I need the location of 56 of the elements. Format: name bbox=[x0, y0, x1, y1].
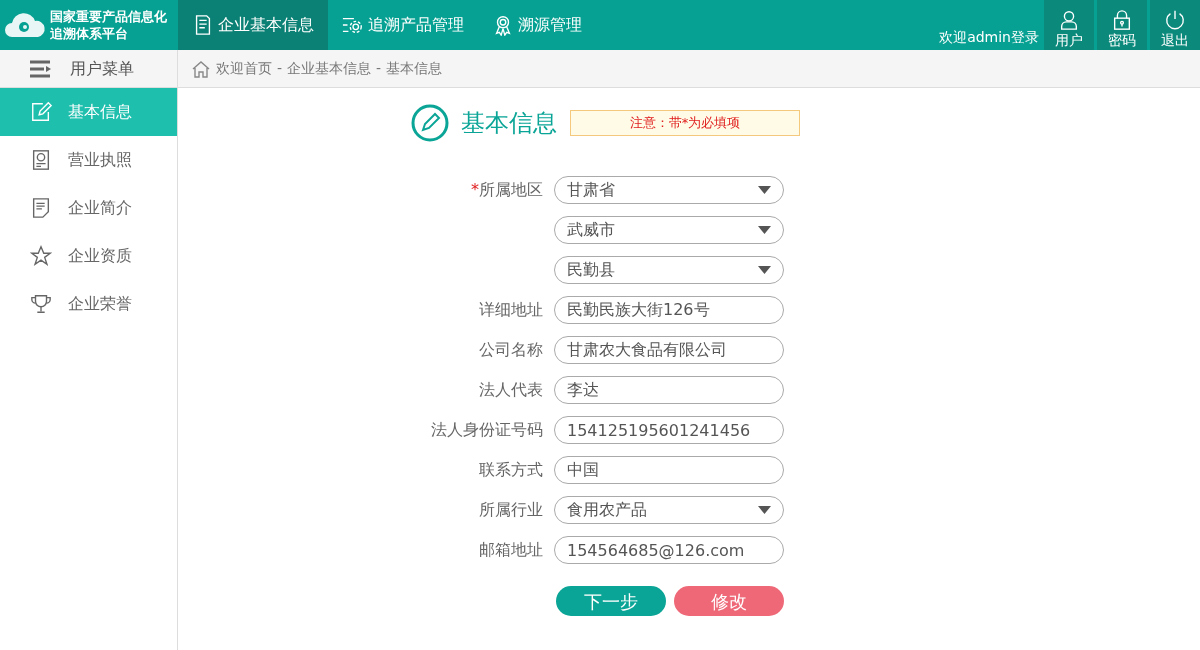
home-icon bbox=[191, 59, 211, 78]
input-field[interactable]: 李达 bbox=[554, 376, 784, 404]
required-notice: 注意：带*为必填项 bbox=[570, 110, 800, 136]
dropdown-caret-icon bbox=[758, 186, 771, 194]
sidebar-item[interactable]: 企业资质 bbox=[0, 232, 177, 280]
pencil-circle-icon bbox=[411, 104, 449, 142]
logo-text: 追溯体系平台 bbox=[50, 25, 129, 42]
document-icon bbox=[30, 197, 52, 219]
required-mark: * bbox=[471, 179, 479, 201]
user-icon bbox=[1058, 9, 1080, 31]
field-label: 法人身份证号码 bbox=[431, 419, 543, 441]
sidebar-item[interactable]: 企业荣誉 bbox=[0, 280, 177, 328]
nav-tab[interactable]: 追溯产品管理 bbox=[328, 0, 478, 50]
input-field[interactable]: 154125195601241456 bbox=[554, 416, 784, 444]
star-icon bbox=[30, 245, 52, 267]
dropdown-caret-icon bbox=[758, 266, 771, 274]
field-label: 所属行业 bbox=[479, 499, 543, 521]
menu-icon bbox=[30, 59, 52, 78]
input-field[interactable]: 民勤民族大街126号 bbox=[554, 296, 784, 324]
input-field[interactable]: 154564685@126.com bbox=[554, 536, 784, 564]
power-icon bbox=[1164, 9, 1186, 31]
breadcrumb-link[interactable]: 基本信息 bbox=[386, 58, 443, 79]
field-label: 法人代表 bbox=[479, 379, 543, 401]
sidebar-item[interactable]: 营业执照 bbox=[0, 136, 177, 184]
nav-tab[interactable]: 溯源管理 bbox=[478, 0, 596, 50]
select-value: 食用农产品 bbox=[567, 499, 647, 521]
breadcrumb-separator: - bbox=[376, 59, 382, 78]
sidebar-title: 用户菜单 bbox=[70, 57, 134, 80]
edit-icon bbox=[30, 101, 52, 123]
cloud-logo-icon bbox=[4, 11, 46, 39]
trophy-icon bbox=[30, 293, 52, 315]
header-action-button[interactable]: 密码 bbox=[1097, 0, 1147, 50]
field-label: 公司名称 bbox=[479, 339, 543, 361]
logo-text: 国家重要产品信息化 bbox=[50, 8, 167, 25]
field-label: 联系方式 bbox=[479, 459, 543, 481]
form-title: 基本信息 bbox=[461, 108, 557, 139]
input-field[interactable]: 中国 bbox=[554, 456, 784, 484]
certificate-icon bbox=[30, 149, 52, 171]
header-action-button[interactable]: 退出 bbox=[1150, 0, 1200, 50]
select-value: 甘肃省 bbox=[567, 179, 615, 201]
welcome-text: 欢迎admin登录 bbox=[939, 28, 1039, 47]
breadcrumb-link[interactable]: 欢迎首页 bbox=[216, 58, 272, 79]
input-field[interactable]: 甘肃农大食品有限公司 bbox=[554, 336, 784, 364]
breadcrumb-link[interactable]: 企业基本信息 bbox=[287, 58, 372, 79]
field-label: 邮箱地址 bbox=[479, 539, 543, 561]
header-action-button[interactable]: 用户 bbox=[1044, 0, 1094, 50]
dropdown-caret-icon bbox=[758, 506, 771, 514]
lock-icon bbox=[1111, 9, 1133, 31]
select-value: 武威市 bbox=[567, 219, 615, 241]
field-label: 详细地址 bbox=[479, 299, 543, 321]
dropdown-caret-icon bbox=[758, 226, 771, 234]
breadcrumb-separator: - bbox=[277, 59, 283, 78]
select-value: 民勤县 bbox=[567, 259, 615, 281]
field-label: 所属地区 bbox=[479, 179, 543, 201]
nav-tab[interactable]: 企业基本信息 bbox=[178, 0, 328, 50]
sidebar-item[interactable]: 企业简介 bbox=[0, 184, 177, 232]
